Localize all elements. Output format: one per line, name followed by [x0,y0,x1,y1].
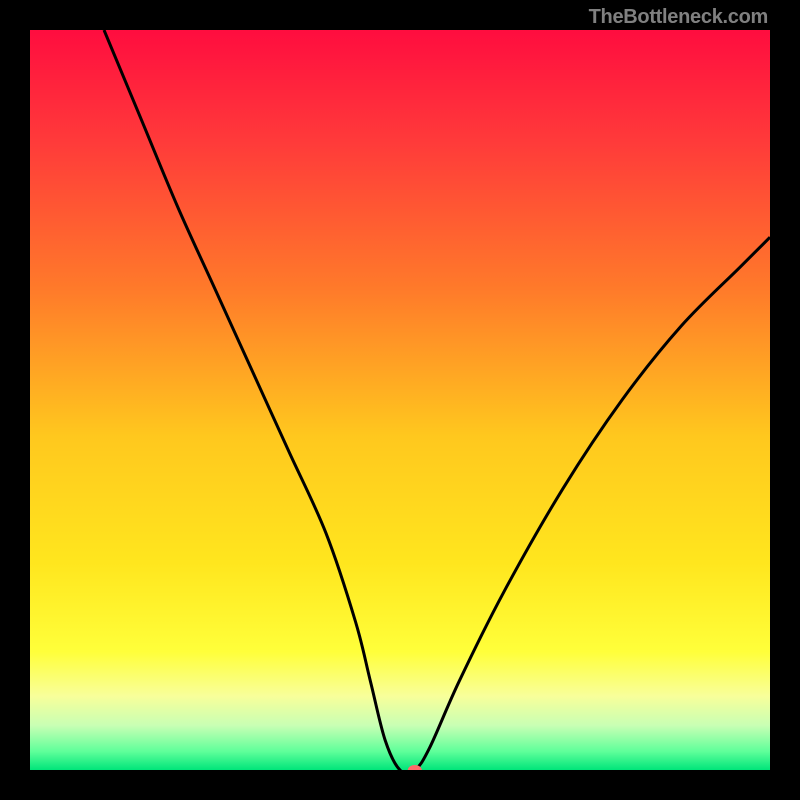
attribution-text: TheBottleneck.com [589,6,768,29]
gradient-background [30,30,770,770]
bottleneck-chart [30,30,770,770]
chart-frame [30,30,770,770]
